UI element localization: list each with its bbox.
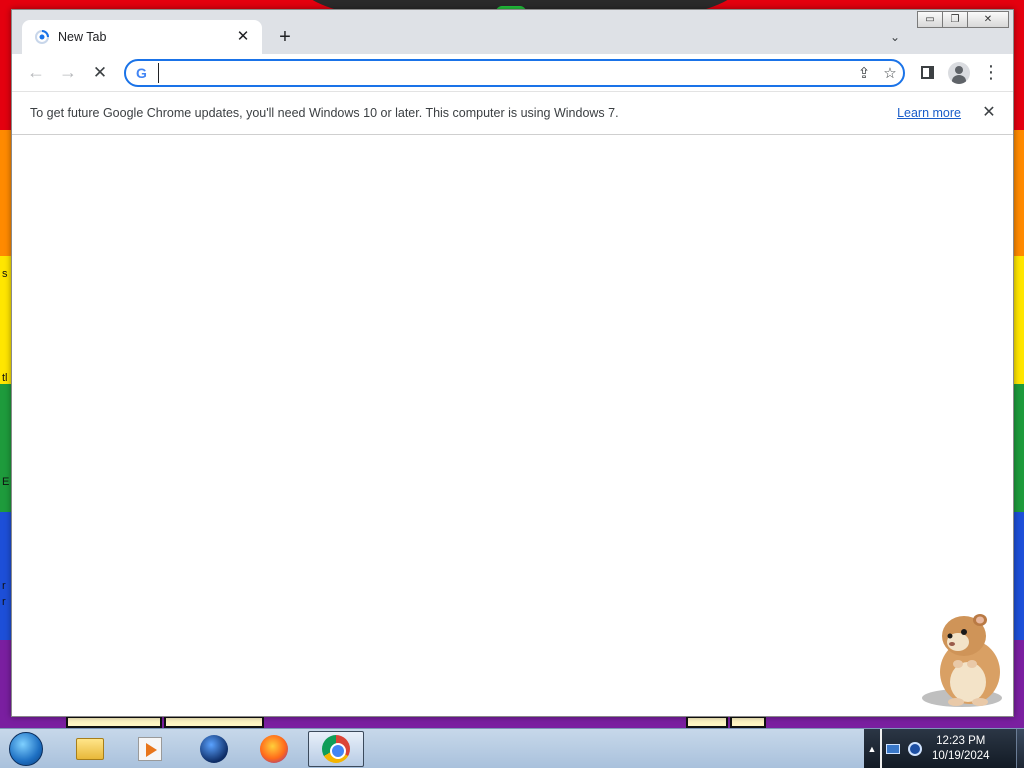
back-button[interactable]: ← (20, 57, 52, 89)
desktop-edge-text: E (2, 476, 10, 488)
clock-date: 10/19/2024 (932, 750, 990, 762)
taskbar-explorer[interactable] (62, 731, 118, 767)
minimize-button[interactable]: ▭ (917, 11, 943, 28)
update-infobar: To get future Google Chrome updates, you… (12, 91, 1013, 135)
clock-time: 12:23 PM (936, 735, 986, 747)
desktop-edge-text: s (2, 268, 8, 280)
close-window-button[interactable]: ✕ (967, 11, 1009, 28)
wallpaper-art-block (730, 716, 766, 728)
browser-toolbar: ← → ✕ G ⇪ ☆ ⋮ (12, 54, 1013, 91)
hamster-pet-image[interactable] (918, 602, 1010, 712)
tab-search-button[interactable]: ⌄ (883, 25, 907, 49)
show-desktop-button[interactable] (1016, 729, 1024, 768)
taskbar-media-player[interactable] (122, 731, 178, 767)
system-tray: ▲ 12:23 PM 10/19/2024 (864, 729, 1024, 768)
taskbar-globe-app[interactable] (186, 731, 242, 767)
tab-title: New Tab (58, 30, 107, 44)
wallpaper-art-block (164, 716, 264, 728)
tab-close-icon[interactable]: ✕ (234, 28, 252, 46)
windows-start-icon (9, 732, 43, 766)
profile-button[interactable] (943, 57, 975, 89)
desktop-edge-text: r (2, 580, 6, 592)
taskbar-clock[interactable]: 12:23 PM 10/19/2024 (932, 734, 990, 764)
chrome-window: ▭ ❐ ✕ New Tab ✕ + ⌄ ← → ✕ G ⇪ ☆ ⋮ To get… (11, 9, 1014, 717)
tab-new-tab[interactable]: New Tab ✕ (22, 20, 262, 54)
restore-button[interactable]: ❐ (942, 11, 968, 28)
tray-network-button[interactable] (882, 738, 904, 760)
wallpaper-art-block (66, 716, 162, 728)
tray-globe-icon (908, 742, 922, 756)
folder-icon (76, 738, 104, 760)
stop-loading-button[interactable]: ✕ (84, 57, 116, 89)
side-panel-button[interactable] (911, 57, 943, 89)
loading-spinner-icon (34, 29, 50, 45)
tab-strip[interactable]: ▭ ❐ ✕ New Tab ✕ + ⌄ (12, 10, 1013, 54)
wallpaper-art-block (686, 716, 728, 728)
page-content[interactable] (12, 135, 1013, 716)
desktop-edge-text: tl (2, 372, 8, 384)
globe-icon (200, 735, 228, 763)
desktop-edge-text: r (2, 596, 6, 608)
forward-button[interactable]: → (52, 57, 84, 89)
tray-globe-button[interactable] (904, 738, 926, 760)
start-button[interactable] (4, 730, 48, 768)
firefox-icon (260, 735, 288, 763)
window-controls: ▭ ❐ ✕ (917, 11, 1009, 28)
infobar-close-icon[interactable]: ✕ (977, 101, 1001, 125)
taskbar-firefox[interactable] (246, 731, 302, 767)
bookmark-star-icon[interactable]: ☆ (877, 61, 903, 85)
address-bar[interactable]: G ⇪ ☆ (124, 58, 905, 87)
taskbar-chrome[interactable] (308, 731, 364, 767)
taskbar: ▲ 12:23 PM 10/19/2024 (0, 728, 1024, 768)
chrome-icon (322, 735, 350, 763)
new-tab-button[interactable]: + (272, 25, 298, 51)
google-icon: G (136, 64, 147, 81)
chrome-menu-button[interactable]: ⋮ (975, 57, 1007, 89)
side-panel-icon (920, 66, 934, 79)
learn-more-link[interactable]: Learn more (897, 106, 961, 120)
infobar-message: To get future Google Chrome updates, you… (30, 106, 619, 120)
show-hidden-icons-button[interactable]: ▲ (864, 744, 880, 754)
media-player-icon (138, 737, 162, 761)
share-icon[interactable]: ⇪ (851, 61, 877, 85)
avatar-icon (948, 61, 970, 84)
address-input[interactable] (158, 62, 851, 83)
network-monitor-icon (886, 744, 900, 754)
